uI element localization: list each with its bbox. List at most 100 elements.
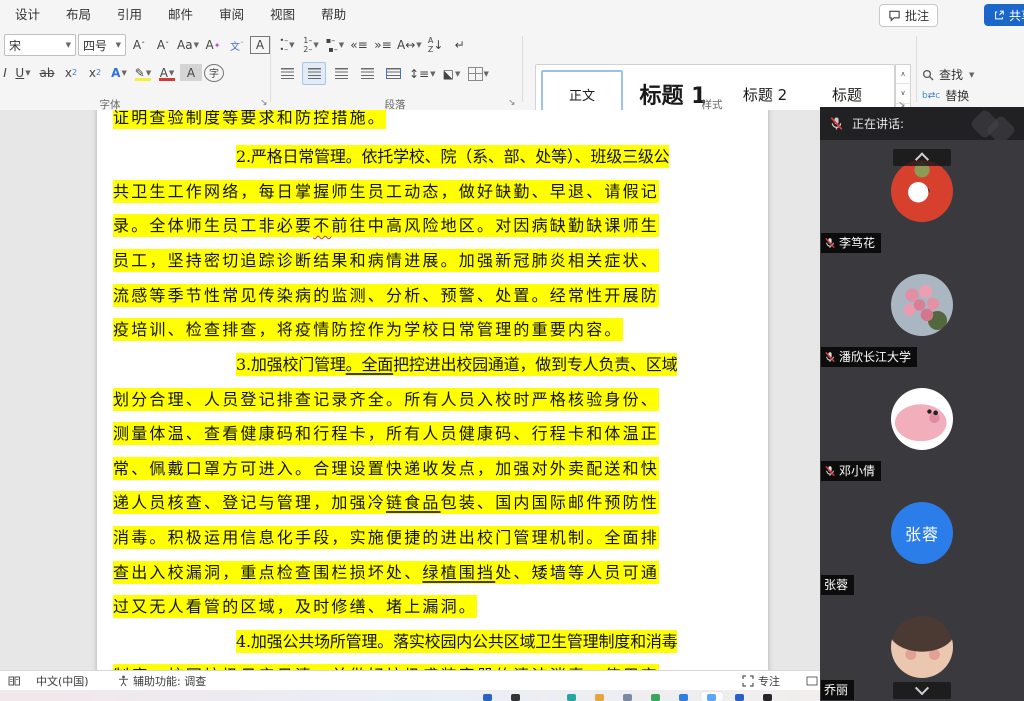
participant-tile-1[interactable]: 潘欣长江大学 — [820, 254, 1024, 370]
menu-tab-3[interactable]: 邮件 — [155, 0, 206, 30]
enclose-characters-button[interactable]: 字 — [204, 64, 224, 82]
decrease-indent-button[interactable]: «≡ — [348, 34, 370, 55]
doc-line-9[interactable]: 测量体温、查看健康码和行程卡，所有人员健康码、行程卡和体温正 — [113, 422, 659, 445]
replace-button[interactable]: b⇄c 替换 — [922, 85, 1022, 106]
document-area[interactable]: 证明查验制度等要求和防控措施。 2.严格日常管理。依托学校、院（系、部、处等）、班… — [0, 110, 820, 670]
participant-tile-3[interactable]: 张蓉张蓉 — [820, 482, 1024, 598]
menu-tab-0[interactable]: 设计 — [2, 0, 53, 30]
font-dialog-launcher[interactable]: ↘ — [260, 98, 268, 108]
doc-line-5[interactable]: 流感等季节性常见传染病的监测、分析、预警、处置。经常性开展防 — [113, 284, 659, 307]
numbering-button[interactable]: 1–2–▼ — [300, 34, 322, 55]
view-switcher-partial[interactable] — [806, 671, 818, 691]
doc-line-4[interactable]: 员工，坚持密切追踪诊断结果和病情进展。加强新冠肺炎相关症状、 — [113, 249, 659, 272]
menu-tab-1[interactable]: 布局 — [53, 0, 104, 30]
distribute-button[interactable] — [382, 63, 404, 84]
clear-formatting-button[interactable]: A✦ — [202, 35, 224, 56]
font-color-swatch — [159, 78, 175, 81]
font-name-combo[interactable]: 宋▼ — [4, 34, 76, 56]
chevron-down-icon — [915, 681, 929, 695]
menu-tab-5[interactable]: 视图 — [257, 0, 308, 30]
menu-tab-2[interactable]: 引用 — [104, 0, 155, 30]
asian-layout-button[interactable]: A↔▼ — [396, 34, 423, 55]
chevron-down-icon: ▼ — [969, 71, 974, 79]
chevron-down-icon: ▼ — [116, 41, 121, 49]
underline-button[interactable]: U▼ — [12, 62, 34, 83]
subscript-button[interactable]: x2 — [60, 62, 82, 83]
taskbar-app-icon-1[interactable] — [511, 694, 520, 701]
menu-tab-6[interactable]: 帮助 — [308, 0, 359, 30]
character-border-button[interactable]: A — [250, 36, 270, 54]
align-left-button[interactable] — [276, 63, 298, 84]
word-window: 设计布局引用邮件审阅视图帮助 批注 共享 宋▼ 四号▼ Aˆ Aˇ Aa▼ A✦… — [0, 0, 1024, 701]
phonetic-guide-button[interactable]: 文¨ — [226, 35, 248, 56]
show-hide-marks-button[interactable]: ↵ — [449, 34, 471, 55]
doc-line-8[interactable]: 划分合理、人员登记排查记录齐全。所有人员入校时严格核验身份、 — [113, 388, 659, 411]
focus-mode-button[interactable]: 专注 — [742, 671, 780, 691]
doc-line-6[interactable]: 疫培训、检查排查，将疫情防控作为学校日常管理的重要内容。 — [113, 318, 623, 341]
participant-name: 张蓉 — [824, 576, 848, 593]
taskbar-app-icon-6[interactable] — [651, 694, 660, 701]
font-size-combo[interactable]: 四号▼ — [78, 34, 126, 56]
change-case-button[interactable]: Aa▼ — [176, 35, 200, 56]
strikethrough-button[interactable]: ab — [36, 62, 58, 83]
taskbar-app-icon-4[interactable] — [595, 694, 604, 701]
paragraph-dialog-launcher[interactable]: ↘ — [508, 98, 516, 108]
shrink-font-button[interactable]: Aˇ — [152, 35, 174, 56]
doc-line-12[interactable]: 消毒。积极运用信息化手段，实施便捷的进出校门管理机制。全面排 — [113, 526, 659, 549]
avatar — [891, 274, 953, 336]
doc-line-2[interactable]: 共卫生工作网络，每日掌握师生员工动态，做好缺勤、早退、请假记 — [113, 180, 659, 203]
sort-button[interactable]: AZ↓ — [425, 34, 447, 55]
doc-line-1[interactable]: 2.严格日常管理。依托学校、院（系、部、处等）、班级三级公 — [236, 145, 669, 168]
spellcheck-status[interactable] — [8, 671, 21, 691]
highlight-color-button[interactable]: ✎▼ — [132, 62, 154, 83]
font-color-button[interactable]: A▼ — [156, 62, 178, 83]
styles-scroll-up[interactable]: ∧ — [896, 65, 910, 84]
taskbar-app-icon-2[interactable] — [539, 694, 548, 701]
taskbar-app-icon-7[interactable] — [679, 694, 688, 701]
increase-indent-button[interactable]: »≡ — [372, 34, 394, 55]
doc-line-11[interactable]: 递人员核查、登记与管理，加强冷链食品包装、国内国际邮件预防性 — [113, 491, 659, 514]
taskbar-app-icon-10[interactable] — [763, 694, 772, 701]
taskbar-app-icon-3[interactable] — [567, 694, 576, 701]
participant-name: 李笃花 — [839, 234, 875, 251]
taskbar-app-icon-0[interactable] — [483, 694, 492, 701]
line-spacing-button[interactable]: ↕≡▼ — [408, 63, 437, 84]
doc-line-3[interactable]: 录。全体师生员工非必要不前往中高风险地区。对因病缺勤缺课师生 — [113, 214, 659, 237]
find-button[interactable]: 查找▼ — [922, 64, 1022, 85]
mic-muted-icon — [829, 116, 844, 131]
superscript-button[interactable]: x2 — [84, 62, 106, 83]
italic-button[interactable]: I — [0, 62, 10, 83]
align-right-button[interactable] — [330, 63, 352, 84]
align-center-button[interactable] — [302, 62, 326, 85]
accessibility-status[interactable]: 辅助功能: 调查 — [118, 671, 206, 691]
grow-font-button[interactable]: Aˆ — [128, 35, 150, 56]
menu-tab-4[interactable]: 审阅 — [206, 0, 257, 30]
multilevel-list-button[interactable]: ▪– ▪–▼ — [324, 34, 346, 55]
taskbar-app-icon-8[interactable] — [707, 694, 716, 701]
doc-line-10[interactable]: 常、佩戴口罩方可进入。合理设置快递收发点，加强对外卖配送和快 — [113, 457, 659, 480]
justify-button[interactable] — [356, 63, 378, 84]
doc-line-15[interactable]: 4.加强公共场所管理。落实校园内公共区域卫生管理制度和消毒 — [236, 630, 677, 653]
share-button[interactable]: 共享 — [984, 4, 1024, 26]
speaking-label: 正在讲话: — [852, 115, 904, 132]
comments-button[interactable]: 批注 — [879, 4, 938, 27]
doc-line-14[interactable]: 过又无人看管的区域，及时修缮、堵上漏洞。 — [113, 595, 477, 618]
character-shading-button[interactable]: A — [180, 64, 202, 81]
accessibility-icon — [118, 675, 129, 687]
bullets-button[interactable]: •–•–▼ — [276, 34, 298, 55]
taskbar-app-icon-9[interactable] — [735, 694, 744, 701]
participant-tile-2[interactable]: 邓小倩 — [820, 368, 1024, 484]
taskbar-app-icon-5[interactable] — [623, 694, 632, 701]
borders-button[interactable]: ▼ — [467, 63, 490, 84]
shading-button[interactable]: ⬕▼ — [441, 63, 463, 84]
focus-icon — [742, 675, 754, 687]
language-status[interactable]: 中文(中国) — [36, 671, 89, 691]
chevron-up-icon — [915, 152, 929, 166]
scroll-up-button[interactable] — [893, 149, 951, 166]
participant-name: 邓小倩 — [839, 462, 875, 479]
doc-line-7[interactable]: 3.加强校门管理。全面把控进出校园通道，做到专人负责、区域 — [236, 353, 677, 376]
doc-line-13[interactable]: 查出入校漏洞，重点检查围栏损坏处、绿植围挡处、矮墙等人员可通 — [113, 561, 659, 584]
doc-line-0[interactable]: 证明查验制度等要求和防控措施。 — [113, 110, 386, 129]
text-effects-button[interactable]: A▼ — [108, 62, 130, 83]
scroll-down-button[interactable] — [893, 682, 951, 699]
